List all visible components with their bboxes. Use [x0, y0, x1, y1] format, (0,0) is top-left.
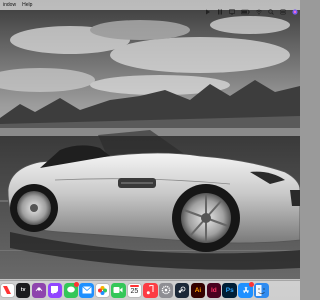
dock-twitch-icon[interactable] — [47, 283, 63, 298]
menu-window[interactable]: indow — [0, 0, 16, 10]
adobe-indesign-label: Id — [210, 286, 217, 294]
calendar-day: 25 — [130, 287, 139, 295]
dock-steam-icon[interactable] — [174, 283, 190, 298]
dock-music-icon[interactable] — [143, 283, 158, 298]
notification-badge — [74, 282, 80, 287]
dock-apple-tv-icon[interactable]: tv — [15, 283, 31, 298]
control-center-icon[interactable] — [280, 2, 286, 15]
search-icon[interactable] — [268, 2, 274, 15]
dock-calendar-icon[interactable]: 25 — [127, 283, 142, 298]
menu-bar: indow Help — [0, 0, 300, 15]
wallpaper — [0, 0, 300, 300]
adobe-photoshop-label: Ps — [225, 286, 234, 294]
pause-icon[interactable] — [217, 2, 223, 15]
play-icon[interactable] — [205, 2, 211, 15]
menu-help[interactable]: Help — [16, 0, 32, 10]
siri-icon[interactable] — [292, 2, 298, 15]
dock-app-store-icon[interactable] — [238, 282, 254, 298]
dock-adobe-illustrator-icon[interactable]: Ai — [190, 283, 206, 298]
status-icons — [205, 0, 298, 15]
dock-mail-icon[interactable] — [79, 283, 94, 298]
dock-messages-icon[interactable] — [63, 282, 80, 298]
dock: tv 25 Ai Id Ps — [0, 279, 300, 300]
dock-adobe-indesign-icon[interactable]: Id — [206, 283, 222, 298]
dock-podcasts-icon[interactable] — [31, 283, 47, 298]
dock-photos-icon[interactable] — [95, 283, 110, 298]
battery-icon[interactable] — [241, 2, 250, 15]
calendar-header — [130, 285, 139, 287]
adobe-illustrator-label: Ai — [194, 286, 202, 294]
dock-news-icon[interactable] — [0, 283, 15, 298]
dock-adobe-photoshop-icon[interactable]: Ps — [222, 283, 237, 298]
dock-facetime-icon[interactable] — [111, 283, 126, 298]
screen-mirror-icon[interactable] — [229, 2, 235, 15]
notification-badge — [248, 282, 254, 287]
dock-system-settings-icon[interactable] — [158, 283, 174, 298]
desktop: indow Help tv 25 Ai Id Ps — [0, 0, 300, 300]
wifi-icon[interactable] — [256, 2, 262, 15]
dock-finder-icon[interactable] — [254, 283, 269, 298]
